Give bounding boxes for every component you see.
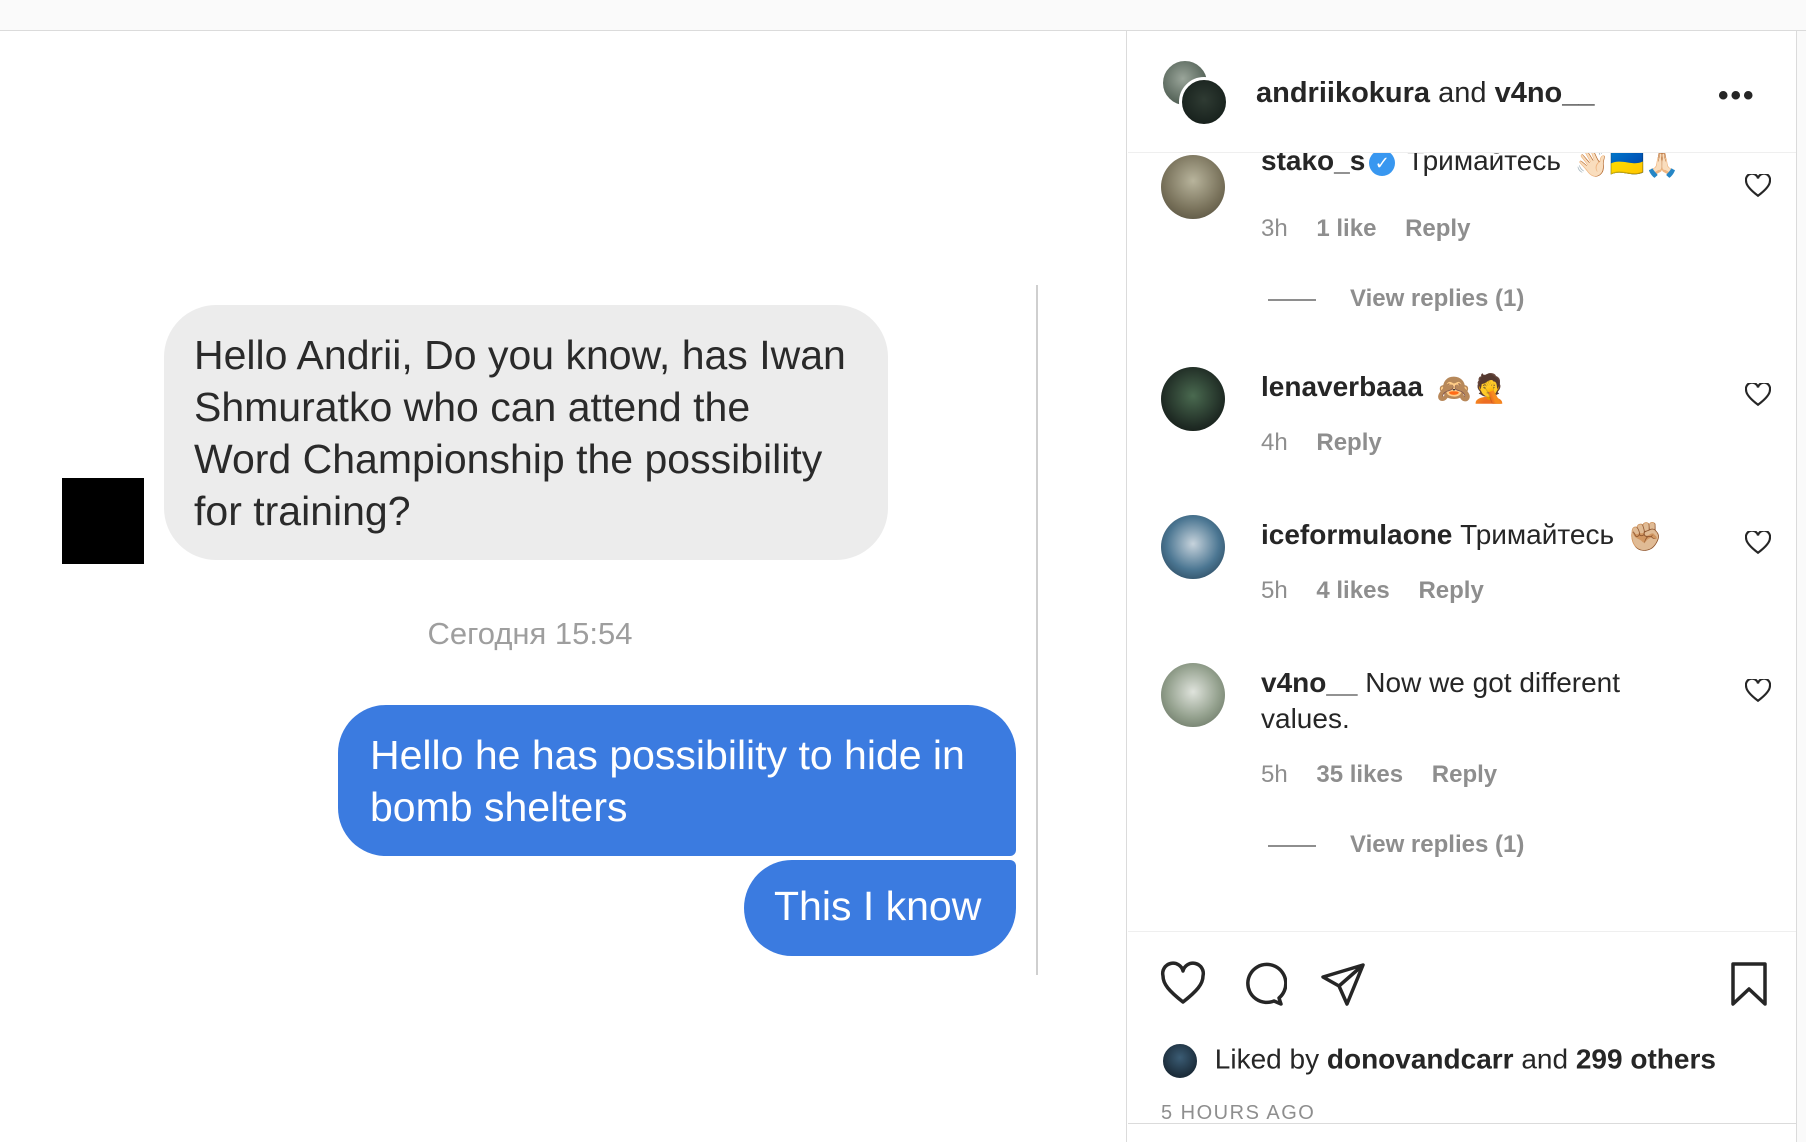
post-image: Hello Andrii, Do you know, has Iwan Shmu… [0,31,1127,1142]
reply-button[interactable]: Reply [1418,577,1483,604]
like-heart-icon[interactable] [1745,383,1771,407]
comment-username[interactable]: v4no__ [1261,667,1358,698]
avatar[interactable] [1161,663,1225,727]
like-heart-icon[interactable] [1745,531,1771,555]
save-bookmark-icon[interactable] [1725,960,1773,1008]
comment-likes[interactable]: 4 likes [1316,577,1389,604]
comment-emojis: ✊🏼 [1627,520,1663,552]
comment-likes[interactable]: 35 likes [1316,761,1403,788]
liked-by-others[interactable]: 299 others [1576,1043,1716,1074]
post-actions: Liked by donovandcarr and 299 others 5 H… [1128,931,1796,1142]
view-replies-button[interactable]: View replies (1) [1268,285,1524,313]
post-dialog: Hello Andrii, Do you know, has Iwan Shmu… [0,31,1797,1142]
comment-emojis: 👋🏻🇺🇦🙏🏻 [1574,153,1680,178]
comment-time: 4h [1261,429,1288,456]
comment-meta: 5h 4 likes Reply [1261,577,1506,605]
redacted-avatar [62,478,144,564]
comment-username[interactable]: iceformulaone [1261,519,1452,550]
message-timestamp: Сегодня 15:54 [427,616,633,651]
replies-dash [1268,298,1316,301]
verified-badge-icon: ✓ [1369,153,1396,176]
comment-time: 3h [1261,215,1288,242]
post-authors: andriikokura and v4no__ [1256,77,1595,110]
post-time[interactable]: 5 HOURS AGO [1161,1102,1315,1125]
view-replies-label: View replies (1) [1350,285,1525,312]
comment-time: 5h [1261,577,1288,604]
outgoing-message-bubble: Hello he has possibility to hide in bomb… [338,705,1016,856]
author-username[interactable]: v4no__ [1495,77,1595,109]
liked-by-and: and [1521,1043,1569,1075]
share-send-icon[interactable] [1319,960,1367,1008]
outgoing-message-bubble: This I know [744,860,1016,956]
view-replies-button[interactable]: View replies (1) [1268,831,1524,859]
like-heart-icon[interactable] [1745,679,1771,703]
avatar[interactable] [1161,515,1225,579]
liked-by-prefix: Liked by [1214,1043,1320,1075]
comment-likes[interactable]: 1 like [1316,215,1376,242]
comment-username[interactable]: lenaverbaaa [1261,371,1423,402]
reply-button[interactable]: Reply [1316,429,1381,456]
liked-by-line: Liked by donovandcarr and 299 others [1161,1042,1716,1080]
like-heart-icon[interactable] [1159,960,1207,1008]
comment-body: iceformulaone Тримайтесь ✊🏼 [1261,517,1681,555]
comment-meta: 4h Reply [1261,429,1404,457]
divider [1128,1123,1796,1124]
top-bar [0,0,1806,31]
divider-line [1036,285,1038,975]
author-joiner: and [1438,77,1487,109]
comment-meta: 5h 35 likes Reply [1261,761,1519,789]
reply-button[interactable]: Reply [1432,761,1497,788]
avatar[interactable] [1161,367,1225,431]
replies-dash [1268,844,1316,847]
comment-time: 5h [1261,761,1288,788]
incoming-message-bubble: Hello Andrii, Do you know, has Iwan Shmu… [164,305,888,560]
comments-panel: andriikokura and v4no__ ••• stako_s ✓ Три… [1128,31,1796,1142]
comment-body: stako_s ✓ Тримайтесь 👋🏻🇺🇦🙏🏻 [1261,153,1681,181]
comment-meta: 3h 1 like Reply [1261,215,1492,243]
comment-username[interactable]: stako_s [1261,153,1365,176]
like-heart-icon[interactable] [1745,174,1771,198]
reply-button[interactable]: Reply [1405,215,1470,242]
more-options-icon[interactable]: ••• [1718,79,1768,112]
comment-body: lenaverbaaa 🙈🤦 [1261,369,1681,407]
comment-body: v4no__ Now we got different values. [1261,665,1661,737]
post-header: andriikokura and v4no__ ••• [1128,31,1796,153]
view-replies-label: View replies (1) [1350,831,1525,858]
comment-emojis: 🙈🤦 [1436,372,1507,404]
avatar[interactable] [1179,77,1229,127]
author-username[interactable]: andriikokura [1256,77,1430,109]
comments-list: stako_s ✓ Тримайтесь 👋🏻🇺🇦🙏🏻 3h 1 like Rep… [1128,153,1796,928]
avatar[interactable] [1161,155,1225,219]
comment-text: Тримайтесь [1460,519,1615,550]
comment-text: Тримайтесь [1407,153,1561,176]
avatar[interactable] [1161,1042,1199,1080]
liked-by-user[interactable]: donovandcarr [1327,1043,1514,1074]
comment-bubble-icon[interactable] [1239,960,1287,1008]
